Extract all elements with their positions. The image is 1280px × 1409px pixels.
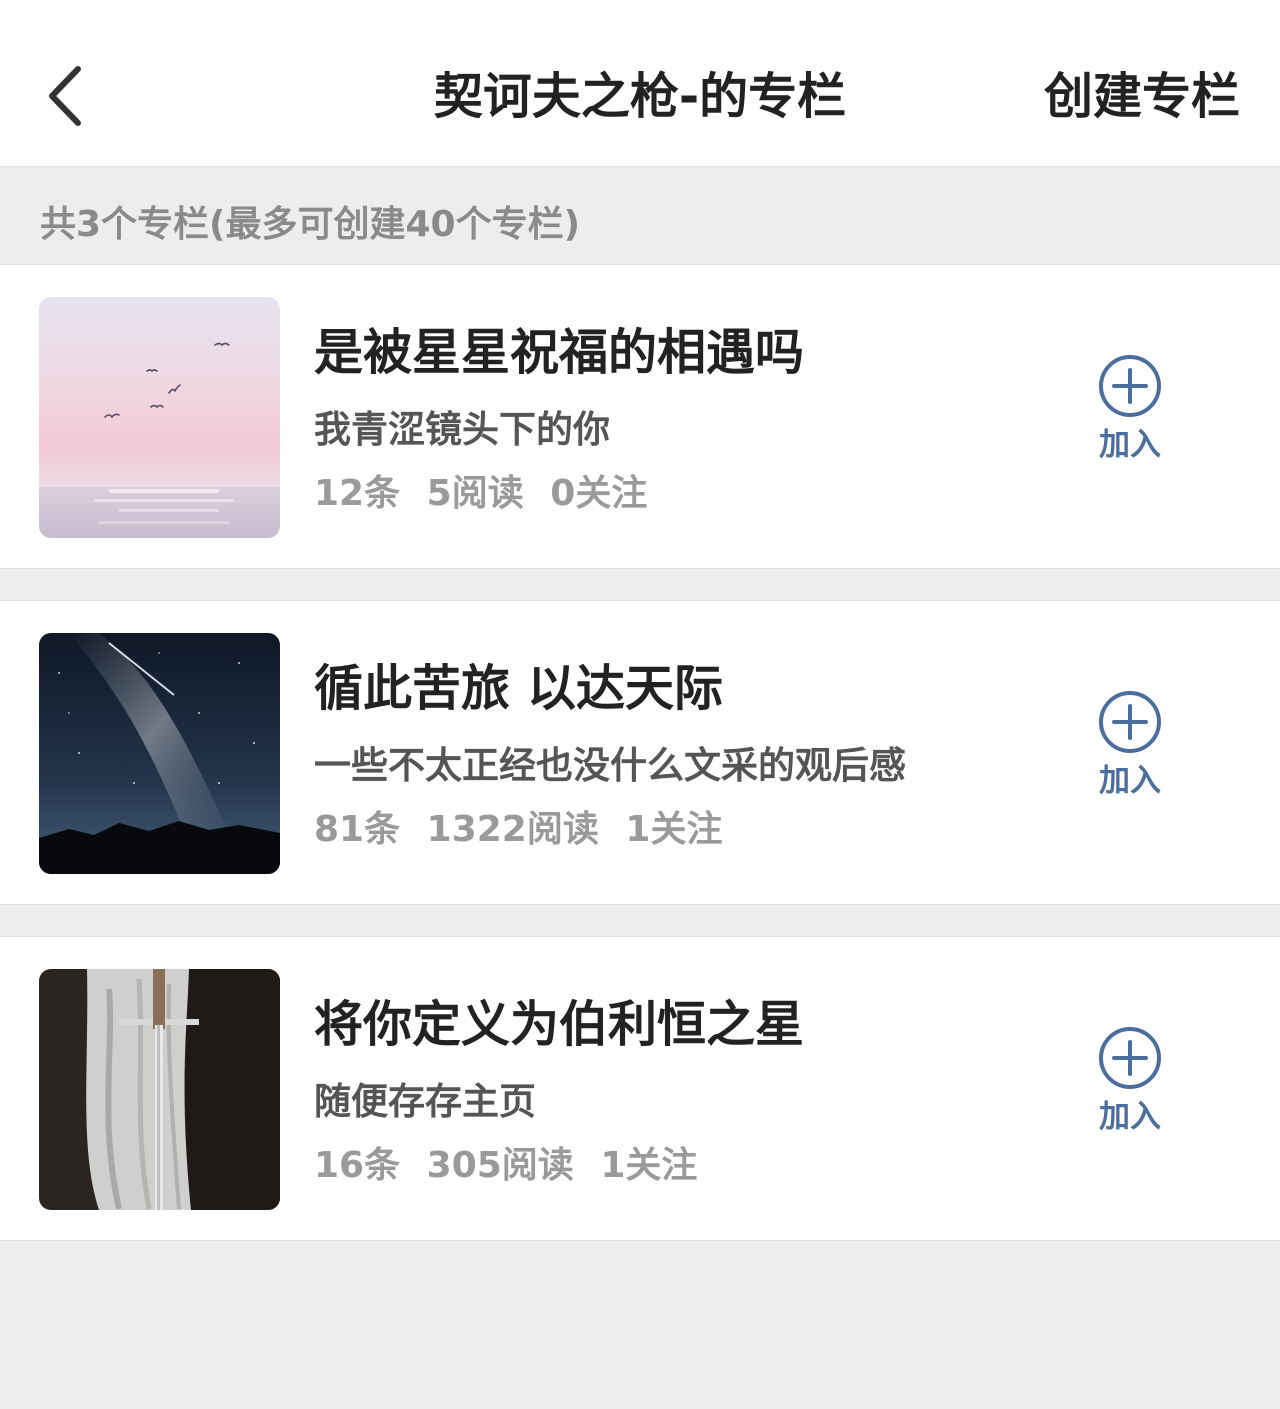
column-stats: 81条 1322阅读 1关注 — [314, 805, 722, 855]
column-description: 一些不太正经也没什么文采的观后感 — [314, 744, 906, 787]
create-column-button[interactable]: 创建专栏 — [1044, 62, 1240, 132]
plus-circle-icon — [1099, 355, 1161, 417]
column-stats: 16条 305阅读 1关注 — [314, 1141, 697, 1191]
column-cover-image — [39, 969, 280, 1210]
join-button[interactable]: 加入 — [1088, 353, 1172, 473]
column-count-summary: 共3个专栏(最多可创建40个专栏) — [40, 204, 581, 245]
column-card[interactable]: 将你定义为伯利恒之星 随便存存主页 16条 305阅读 1关注 加入 — [0, 936, 1280, 1241]
item-count: 16条 — [314, 1145, 401, 1186]
column-cover-image — [39, 297, 280, 538]
back-button[interactable] — [30, 56, 100, 136]
read-count: 305阅读 — [426, 1145, 574, 1186]
column-title[interactable]: 将你定义为伯利恒之星 — [314, 993, 804, 1057]
join-label: 加入 — [1099, 763, 1161, 799]
chevron-left-icon — [49, 66, 81, 126]
plus-circle-icon — [1099, 691, 1161, 753]
read-count: 5阅读 — [426, 473, 524, 514]
join-button[interactable]: 加入 — [1088, 1025, 1172, 1145]
page-title: 契诃夫之枪-的专栏 — [433, 68, 847, 125]
plus-circle-icon — [1099, 1027, 1161, 1089]
column-title[interactable]: 是被星星祝福的相遇吗 — [314, 321, 804, 385]
follow-count: 1关注 — [625, 809, 723, 850]
join-label: 加入 — [1099, 1099, 1161, 1135]
column-description: 我青涩镜头下的你 — [314, 408, 610, 451]
column-stats: 12条 5阅读 0关注 — [314, 469, 647, 519]
item-count: 12条 — [314, 473, 401, 514]
follow-count: 0关注 — [550, 473, 648, 514]
column-title[interactable]: 循此苦旅 以达天际 — [314, 657, 723, 721]
join-label: 加入 — [1099, 427, 1161, 463]
top-bar: 契诃夫之枪-的专栏 创建专栏 — [0, 0, 1280, 167]
column-card[interactable]: 是被星星祝福的相遇吗 我青涩镜头下的你 12条 5阅读 0关注 加入 — [0, 264, 1280, 569]
join-button[interactable]: 加入 — [1088, 689, 1172, 809]
column-card[interactable]: 循此苦旅 以达天际 一些不太正经也没什么文采的观后感 81条 1322阅读 1关… — [0, 600, 1280, 905]
follow-count: 1关注 — [600, 1145, 698, 1186]
column-description: 随便存存主页 — [314, 1080, 536, 1123]
item-count: 81条 — [314, 809, 401, 850]
column-cover-image — [39, 633, 280, 874]
read-count: 1322阅读 — [426, 809, 599, 850]
